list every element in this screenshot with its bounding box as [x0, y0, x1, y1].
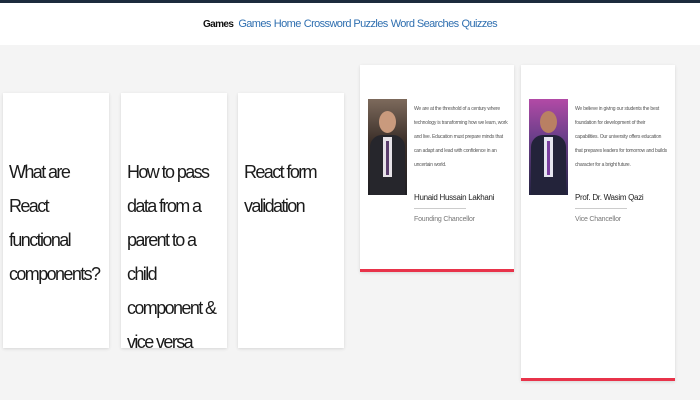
article-title[interactable]: How to pass data from a parent to a chil… — [127, 155, 221, 359]
article-card[interactable]: React form validation — [238, 93, 344, 348]
nav-link-crossword-puzzles[interactable]: Crossword Puzzles — [304, 18, 389, 30]
article-title[interactable]: React form validation — [244, 155, 338, 223]
nav-link-games[interactable]: Games — [238, 18, 271, 30]
article-card[interactable]: What are React functional components? — [3, 93, 109, 348]
profile-divider — [414, 208, 466, 209]
profile-name: Prof. Dr. Wasim Qazi — [575, 193, 644, 202]
article-title[interactable]: What are React functional components? — [9, 155, 103, 291]
top-navbar: Games Games Home Crossword Puzzles Word … — [0, 3, 700, 45]
profile-name: Hunaid Hussain Lakhani — [414, 193, 495, 202]
profile-divider — [575, 208, 627, 209]
profile-role: Founding Chancellor — [414, 216, 475, 223]
nav-link-quizzes[interactable]: Quizzes — [462, 18, 498, 30]
nav-link-home[interactable]: Home — [274, 18, 302, 30]
nav-brand[interactable]: Games — [203, 19, 234, 30]
profile-card-vice-chancellor: We believe in giving our students the be… — [521, 65, 675, 381]
profile-photo — [368, 99, 407, 195]
article-card[interactable]: How to pass data from a parent to a chil… — [121, 93, 227, 352]
profile-photo — [529, 99, 568, 195]
profile-quote: We believe in giving our students the be… — [575, 106, 667, 168]
profile-quote: We are at the threshold of a century whe… — [414, 106, 508, 168]
profile-role: Vice Chancellor — [575, 216, 621, 223]
profile-card-chancellor: We are at the threshold of a century whe… — [360, 65, 514, 272]
nav-link-word-searches[interactable]: Word Searches — [391, 18, 459, 30]
